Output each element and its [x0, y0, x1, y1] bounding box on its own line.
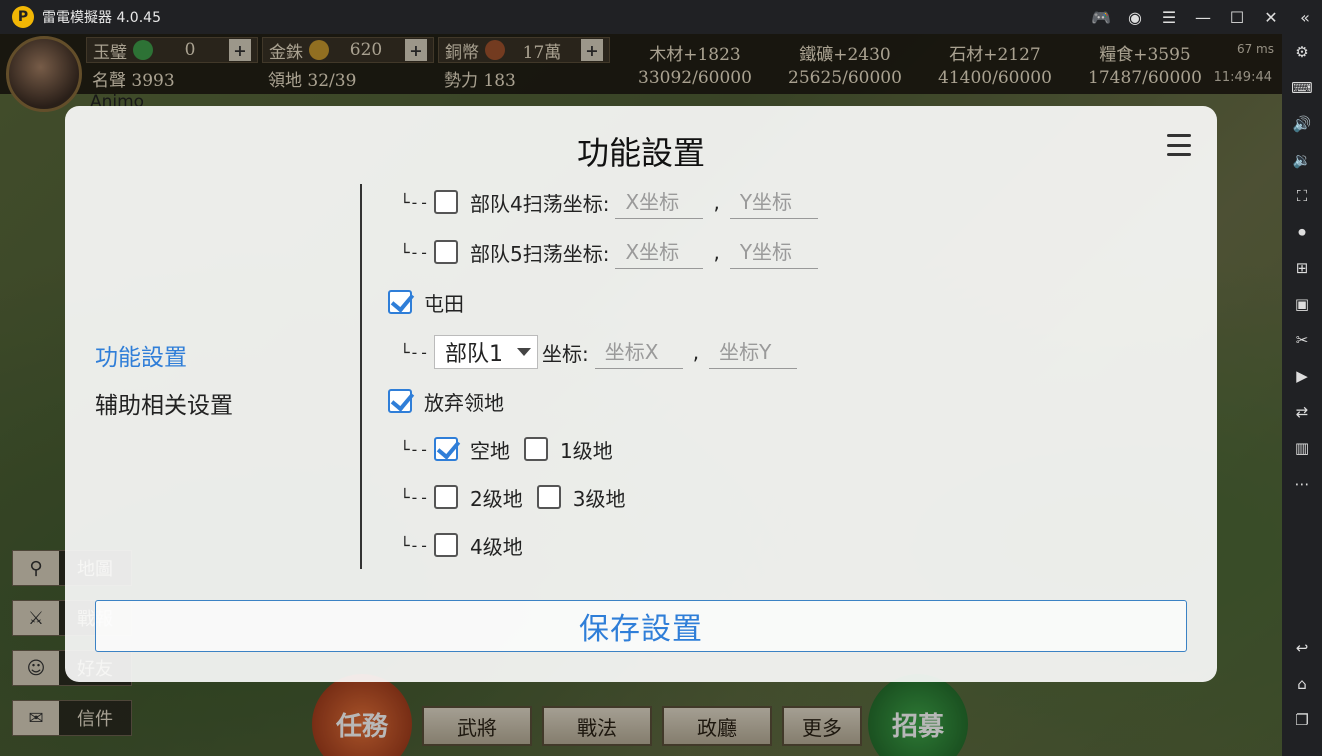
level2-checkbox[interactable] — [434, 485, 458, 509]
maximize-icon[interactable]: ☐ — [1220, 0, 1254, 34]
apk-install-icon[interactable]: ▣ — [1282, 286, 1322, 322]
more-icon[interactable]: ⋯ — [1282, 466, 1322, 502]
troop-select-value: 部队1 — [445, 342, 503, 367]
comma-separator: , — [692, 340, 700, 364]
tree-connector: └-- — [400, 242, 429, 262]
add-window-icon[interactable]: ⊞ — [1282, 250, 1322, 286]
save-settings-button[interactable]: 保存設置 — [95, 600, 1187, 652]
fullscreen-icon[interactable]: ⛶ — [1282, 178, 1322, 214]
sync-icon[interactable]: ⇄ — [1282, 394, 1322, 430]
troop5-x-input[interactable] — [615, 235, 704, 269]
comma-separator: , — [713, 240, 720, 264]
tuntian-row: 屯田 — [388, 284, 464, 320]
empty-land-checkbox[interactable] — [434, 437, 458, 461]
window-title: 雷電模擬器 4.0.45 — [42, 10, 161, 26]
tuntian-checkbox[interactable] — [388, 290, 412, 314]
level4-label: 4级地 — [470, 534, 523, 559]
window-controls: 🎮 ◉ ☰ — ☐ ✕ « — [1084, 0, 1322, 34]
troop4-sweep-row: └-- 部队4扫荡坐标: , — [400, 184, 818, 220]
tree-connector: └-- — [400, 535, 429, 555]
emulator-sidebar: ⚙ ⌨ 🔊 🔉 ⛶ ⏺ ⊞ ▣ ✂ ▶ ⇄ ▥ ⋯ ↩ ⌂ ❐ — [1282, 34, 1322, 756]
account-icon[interactable]: ◉ — [1118, 0, 1152, 34]
nav-function-settings[interactable]: 功能設置 — [95, 338, 187, 372]
volume-up-icon[interactable]: 🔊 — [1282, 106, 1322, 142]
record-icon[interactable]: ⏺ — [1282, 214, 1322, 250]
abandon-label: 放弃领地 — [424, 390, 504, 415]
collapse-sidebar-icon[interactable]: « — [1288, 0, 1322, 34]
troop4-label: 部队4扫荡坐标: — [470, 191, 610, 216]
troop5-checkbox[interactable] — [434, 240, 458, 264]
dialog-title: 功能設置 — [576, 134, 705, 172]
abandon-row: 放弃领地 — [388, 383, 504, 419]
level4-checkbox[interactable] — [434, 533, 458, 557]
tree-connector: └-- — [400, 342, 429, 362]
tuntian-label: 屯田 — [424, 291, 464, 316]
abandon-level-row-1: └-- 空地 1级地 — [400, 431, 613, 467]
empty-land-label: 空地 — [470, 438, 510, 463]
troop4-y-input[interactable] — [729, 185, 818, 219]
abandon-level-row-3: └-- 4级地 — [400, 527, 523, 563]
settings-icon[interactable]: ⚙ — [1282, 34, 1322, 70]
home-icon[interactable]: ⌂ — [1282, 666, 1322, 702]
troop5-label: 部队5扫荡坐标: — [470, 241, 610, 266]
level3-label: 3级地 — [572, 486, 626, 511]
gamepad-icon[interactable]: 🎮 — [1084, 0, 1118, 34]
keyboard-icon[interactable]: ⌨ — [1282, 70, 1322, 106]
recent-apps-icon[interactable]: ❐ — [1282, 702, 1322, 738]
coord-label: 坐标: — [542, 341, 589, 366]
level2-label: 2级地 — [470, 486, 523, 511]
tuntian-y-input[interactable] — [709, 335, 798, 369]
abandon-level-row-2: └-- 2级地 3级地 — [400, 479, 625, 515]
level3-checkbox[interactable] — [536, 485, 561, 509]
divider — [360, 184, 362, 569]
troop4-checkbox[interactable] — [434, 190, 458, 214]
app-logo-icon: P — [12, 6, 34, 28]
hamburger-menu-icon[interactable] — [1167, 134, 1191, 156]
comma-separator: , — [713, 190, 720, 214]
troop5-y-input[interactable] — [729, 235, 818, 269]
shake-icon[interactable]: ▥ — [1282, 430, 1322, 466]
troop-select[interactable]: 部队1 — [434, 335, 538, 369]
tree-connector: └-- — [400, 487, 429, 507]
settings-dialog: 功能設置 功能設置 辅助相关设置 └-- 部队4扫荡坐标: , └-- 部队5扫… — [65, 106, 1217, 682]
nav-assist-settings[interactable]: 辅助相关设置 — [95, 386, 233, 420]
level1-checkbox[interactable] — [524, 437, 548, 461]
tree-connector: └-- — [400, 439, 429, 459]
troop5-sweep-row: └-- 部队5扫荡坐标: , — [400, 234, 818, 270]
level1-label: 1级地 — [560, 438, 613, 463]
chevron-down-icon — [517, 348, 531, 356]
tree-connector: └-- — [400, 192, 429, 212]
volume-down-icon[interactable]: 🔉 — [1282, 142, 1322, 178]
tuntian-troop-row: └-- 部队1 坐标: , — [400, 334, 798, 370]
abandon-checkbox[interactable] — [388, 389, 412, 413]
emulator-titlebar: P 雷電模擬器 4.0.45 🎮 ◉ ☰ — ☐ ✕ « — [0, 0, 1322, 34]
back-icon[interactable]: ↩ — [1282, 630, 1322, 666]
menu-icon[interactable]: ☰ — [1152, 0, 1186, 34]
tuntian-x-input[interactable] — [594, 335, 683, 369]
scissors-icon[interactable]: ✂ — [1282, 322, 1322, 358]
close-icon[interactable]: ✕ — [1254, 0, 1288, 34]
troop4-x-input[interactable] — [615, 185, 704, 219]
video-icon[interactable]: ▶ — [1282, 358, 1322, 394]
minimize-icon[interactable]: — — [1186, 0, 1220, 34]
